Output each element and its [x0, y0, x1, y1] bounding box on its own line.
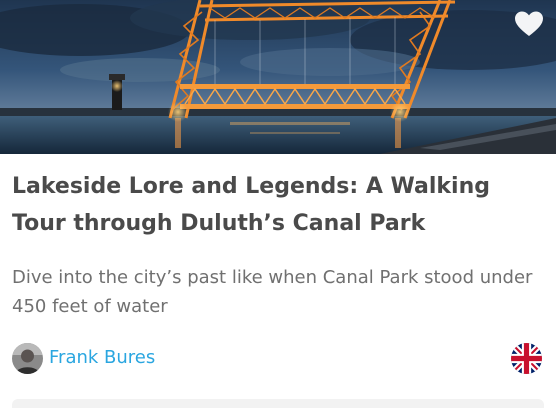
tour-cover-image[interactable]	[0, 0, 556, 154]
heart-icon	[515, 11, 543, 36]
tour-card[interactable]: Lakeside Lore and Legends: A Walking Tou…	[0, 0, 556, 408]
tour-description: Dive into the city’s past like when Cana…	[12, 267, 533, 317]
author-photo	[12, 342, 43, 374]
uk-flag-icon	[511, 343, 542, 374]
favorite-button[interactable]	[514, 10, 544, 38]
tour-title[interactable]: Lakeside Lore and Legends: A Walking Tou…	[12, 168, 544, 242]
avatar	[12, 342, 43, 374]
next-card-edge	[12, 399, 544, 408]
author-name[interactable]: Frank Bures	[49, 342, 155, 374]
author-link[interactable]: Frank Bures	[12, 342, 155, 374]
aerial-lift-bridge-photo	[0, 0, 556, 154]
